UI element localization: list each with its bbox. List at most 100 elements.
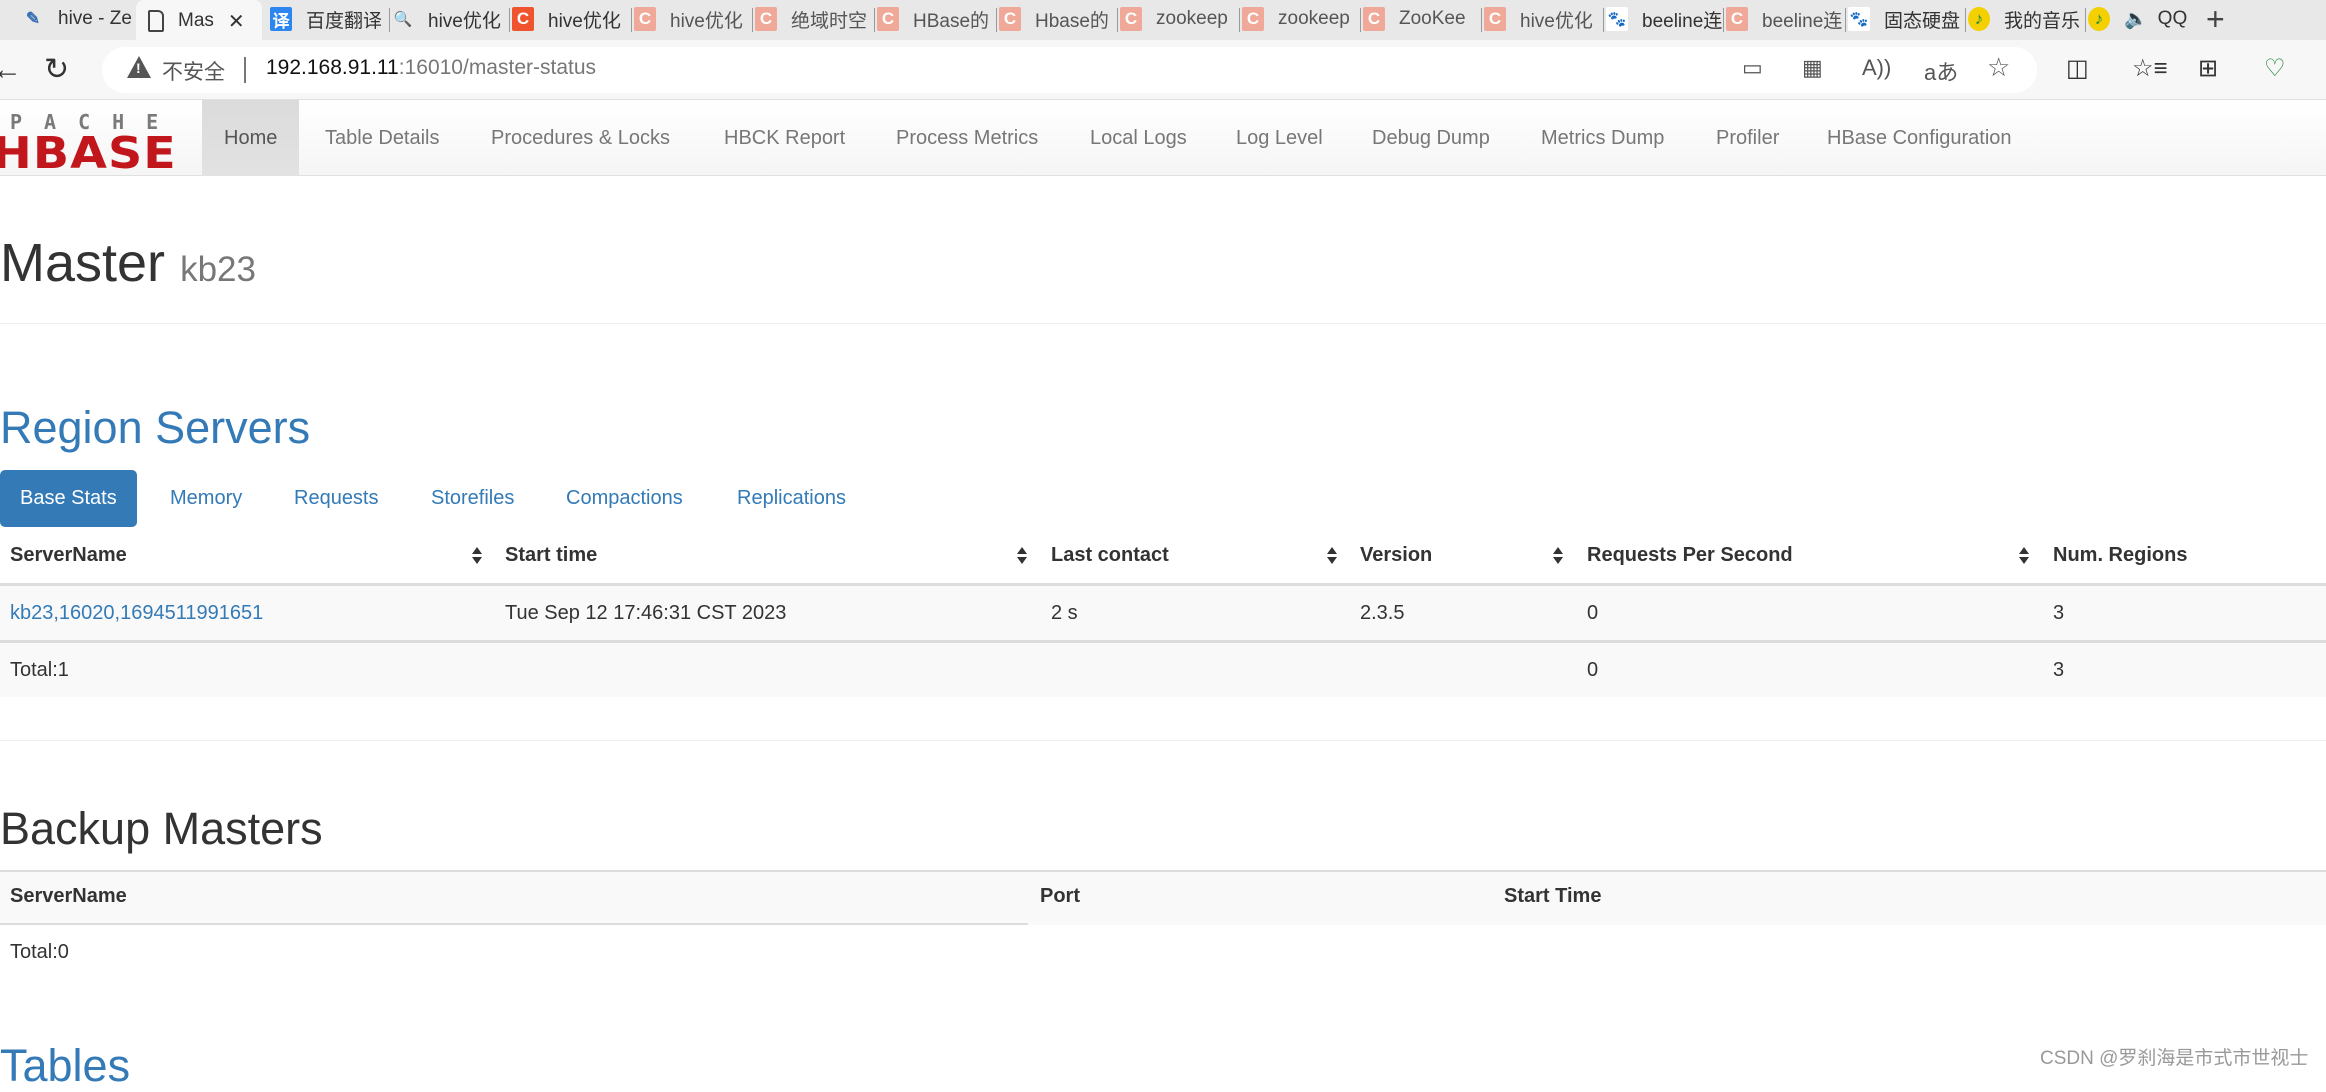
reload-icon[interactable]: ↻: [44, 50, 69, 90]
row-border: [0, 640, 2326, 643]
divider: [0, 323, 2326, 324]
browser-tab[interactable]: ♪🔈QQ: [2088, 0, 2188, 38]
translate-icon[interactable]: aあ: [1924, 55, 1958, 87]
browser-tab[interactable]: ✎hive - Ze: [22, 0, 140, 38]
nav-profiler[interactable]: Profiler: [1716, 100, 1779, 176]
tab-base-stats[interactable]: Base Stats: [0, 470, 137, 527]
browser-tab-label: 百度翻译: [306, 6, 382, 33]
browser-tab-label: 我的音乐: [2004, 6, 2080, 33]
browser-essentials-icon[interactable]: ♡: [2264, 54, 2286, 83]
tab-separator: [2085, 8, 2086, 32]
browser-tab-label: beeline连: [1762, 6, 1842, 33]
browser-tab[interactable]: CHBase的: [877, 0, 997, 38]
browser-tab[interactable]: Czookeep: [1242, 0, 1361, 38]
browser-tab[interactable]: 🐾固态硬盘: [1848, 0, 1966, 38]
nav-home[interactable]: Home: [202, 100, 299, 176]
tab-separator: [631, 8, 632, 32]
page-title-text: Master: [0, 233, 165, 293]
browser-tab[interactable]: Czookeep: [1120, 0, 1240, 38]
browser-tab[interactable]: Cbeeline连: [1726, 0, 1846, 38]
tables-heading: Tables: [0, 1040, 130, 1092]
app-grid-icon[interactable]: ▦: [1802, 55, 1823, 81]
server-link[interactable]: kb23,16020,1694511991651: [10, 602, 263, 625]
back-arrow-icon[interactable]: ←: [0, 50, 22, 90]
sort-icon[interactable]: [1017, 547, 1026, 565]
collections-icon[interactable]: ⊞: [2198, 54, 2218, 83]
tab-replications[interactable]: Replications: [737, 470, 846, 527]
total-regions: 3: [2053, 659, 2064, 682]
new-tab-button[interactable]: +: [2206, 2, 2225, 36]
tab-separator: [874, 8, 875, 32]
table-cell-regions: 3: [2053, 602, 2064, 625]
favorite-star-icon[interactable]: ☆: [1987, 52, 2010, 83]
browser-tab[interactable]: 译百度翻译: [270, 0, 390, 38]
browser-tab-label: zookeep: [1156, 8, 1228, 30]
insecure-label[interactable]: 不安全: [162, 56, 225, 86]
browser-tab[interactable]: 🔍hive优化: [392, 0, 510, 38]
column-header-start-time[interactable]: Start time: [505, 544, 597, 567]
read-aloud-icon[interactable]: A)): [1862, 55, 1891, 81]
nav-log-level[interactable]: Log Level: [1236, 100, 1323, 176]
nav-metrics-dump[interactable]: Metrics Dump: [1541, 100, 1664, 176]
column-header-version[interactable]: Version: [1360, 544, 1432, 567]
document-icon: [148, 10, 164, 32]
close-tab-icon[interactable]: ✕: [228, 9, 245, 34]
browser-tab[interactable]: Chive优化: [512, 0, 632, 38]
browser-tab[interactable]: CZooKee: [1363, 0, 1482, 38]
nav-procedures-locks[interactable]: Procedures & Locks: [491, 100, 670, 176]
sort-icon[interactable]: [2019, 547, 2028, 565]
table-cell-version: 2.3.5: [1360, 602, 1404, 625]
browser-toolbar: ← ↻ 不安全 192.168.91.11:16010/master-statu…: [0, 40, 2326, 100]
browser-tab[interactable]: Chive优化: [1484, 0, 1604, 38]
column-header-last-contact[interactable]: Last contact: [1051, 544, 1169, 567]
browser-tab[interactable]: C绝域时空: [755, 0, 875, 38]
browser-tab[interactable]: 🐾beeline连: [1606, 0, 1724, 38]
column-header-port[interactable]: Port: [1040, 885, 1080, 908]
warning-icon[interactable]: [127, 56, 151, 78]
address-bar[interactable]: 不安全 192.168.91.11:16010/master-status ▭ …: [102, 47, 2037, 93]
master-hostname: kb23: [180, 250, 256, 289]
nav-table-details[interactable]: Table Details: [325, 100, 440, 176]
csdn-icon: C: [999, 7, 1021, 31]
header-border: [0, 583, 2326, 586]
browser-tab[interactable]: Chive优化: [634, 0, 753, 38]
nav-local-logs[interactable]: Local Logs: [1090, 100, 1187, 176]
nav-hbase-configuration[interactable]: HBase Configuration: [1827, 100, 2012, 176]
baidu-paw-icon: 🐾: [1606, 7, 1628, 31]
browser-tab-label: hive优化: [548, 6, 621, 33]
column-header-start-time[interactable]: Start Time: [1504, 885, 1601, 908]
nav-debug-dump[interactable]: Debug Dump: [1372, 100, 1490, 176]
column-header-servername[interactable]: ServerName: [10, 885, 127, 908]
sort-icon[interactable]: [472, 547, 481, 565]
url-text[interactable]: 192.168.91.11:16010/master-status: [266, 56, 596, 80]
speaker-icon[interactable]: 🔈: [2124, 7, 2148, 31]
page-title: Master kb23: [0, 232, 256, 294]
nav-process-metrics[interactable]: Process Metrics: [896, 100, 1038, 176]
browser-tab[interactable]: Mas✕: [136, 0, 262, 42]
column-header-requests-per-second[interactable]: Requests Per Second: [1587, 544, 1793, 567]
sort-icon[interactable]: [1327, 547, 1336, 565]
tab-storefiles[interactable]: Storefiles: [431, 470, 514, 527]
nav-hbck-report[interactable]: HBCK Report: [724, 100, 845, 176]
header-border: [0, 923, 1028, 925]
url-path: :16010/master-status: [399, 56, 596, 79]
hbase-logo[interactable]: PACHE HBASE: [0, 110, 182, 166]
tab-requests[interactable]: Requests: [294, 470, 379, 527]
column-header-num-regions[interactable]: Num. Regions: [2053, 544, 2187, 567]
sort-icon[interactable]: [1553, 547, 1562, 565]
tab-separator: [1603, 8, 1604, 32]
tab-compactions[interactable]: Compactions: [566, 470, 683, 527]
browser-tab-strip: ✎hive - ZeMas✕译百度翻译🔍hive优化Chive优化Chive优化…: [0, 0, 2326, 40]
csdn-icon: C: [1726, 7, 1748, 31]
browser-tab[interactable]: ♪我的音乐: [1968, 0, 2086, 38]
browser-tab[interactable]: CHbase的: [999, 0, 1118, 38]
browser-tab-label: hive - Ze: [58, 8, 132, 30]
browser-tab-label: HBase的: [913, 6, 989, 33]
tab-memory[interactable]: Memory: [170, 470, 242, 527]
split-screen-icon[interactable]: ◫: [2066, 54, 2089, 83]
backup-masters-total: Total:0: [10, 941, 69, 964]
browser-tab-label: ZooKee: [1399, 8, 1466, 30]
device-icon[interactable]: ▭: [1742, 55, 1763, 81]
column-header-servername[interactable]: ServerName: [10, 544, 127, 567]
favorites-list-icon[interactable]: ☆≡: [2132, 54, 2168, 83]
